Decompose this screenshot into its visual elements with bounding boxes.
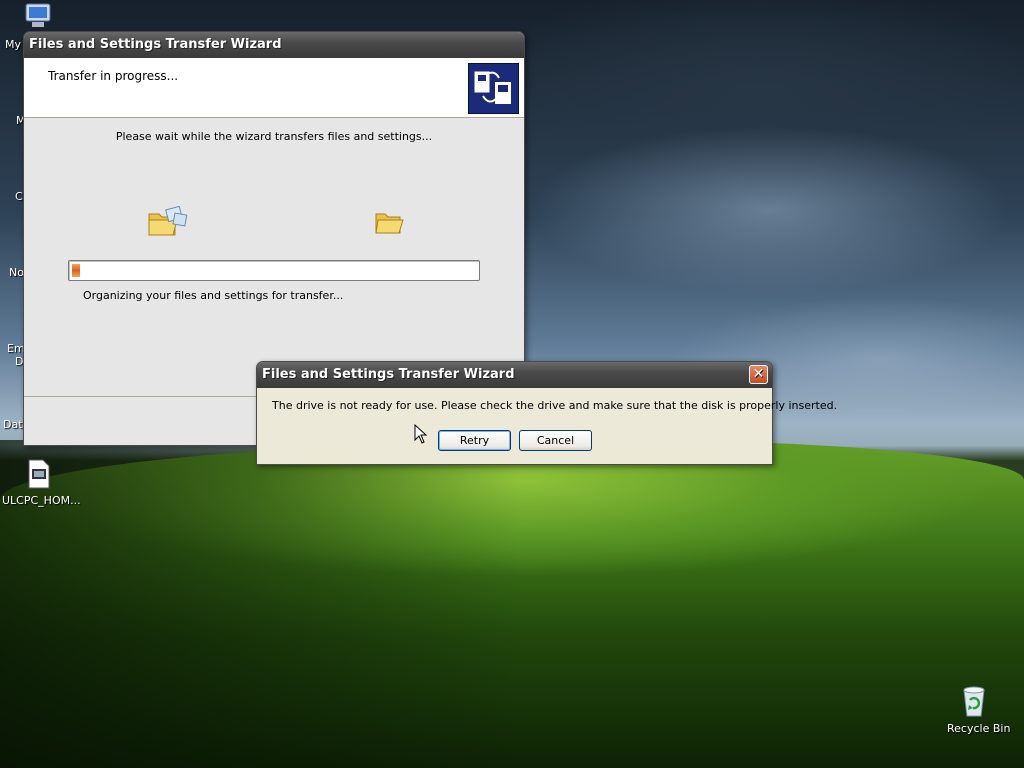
destination-folder-icon: [374, 210, 404, 239]
file-icon-label[interactable]: ULCPC_HOM...: [2, 494, 81, 507]
retry-button[interactable]: Retry: [438, 430, 511, 451]
progress-fill: [72, 264, 80, 277]
dialog-message: The drive is not ready for use. Please c…: [272, 399, 838, 412]
document-file-icon[interactable]: [27, 459, 51, 492]
wizard-header-title: Transfer in progress...: [48, 69, 179, 83]
dialog-titlebar[interactable]: Files and Settings Transfer Wizard ✕: [257, 362, 772, 388]
source-folder-icon: [147, 205, 189, 241]
my-computer-icon[interactable]: [22, 2, 54, 33]
wizard-wait-text: Please wait while the wizard transfers f…: [115, 130, 433, 143]
recycle-bin-label[interactable]: Recycle Bin: [947, 722, 1010, 735]
desktop-icon-label-dat[interactable]: Dat: [3, 418, 23, 431]
wizard-titlebar[interactable]: Files and Settings Transfer Wizard: [24, 32, 524, 58]
wizard-header: Transfer in progress...: [24, 58, 524, 118]
transfer-progress-bar: [68, 260, 480, 281]
wizard-title: Files and Settings Transfer Wizard: [29, 37, 282, 52]
drive-error-dialog: Files and Settings Transfer Wizard ✕ The…: [256, 361, 837, 465]
desktop-icon-label-no[interactable]: No: [9, 266, 24, 279]
desktop-icon-label-my-computer[interactable]: My: [5, 38, 21, 51]
dialog-title: Files and Settings Transfer Wizard: [262, 367, 515, 382]
wizard-body: Please wait while the wizard transfers f…: [24, 118, 524, 396]
desktop-icon-label-c[interactable]: C: [15, 190, 23, 203]
cancel-button[interactable]: Cancel: [519, 430, 592, 451]
progress-status-text: Organizing your files and settings for t…: [83, 289, 344, 302]
hill-shadow: [0, 440, 520, 768]
mouse-cursor-icon: [414, 423, 428, 447]
recycle-bin-icon[interactable]: [958, 684, 990, 721]
wizard-logo-icon: [468, 63, 519, 114]
close-icon[interactable]: ✕: [749, 365, 768, 384]
